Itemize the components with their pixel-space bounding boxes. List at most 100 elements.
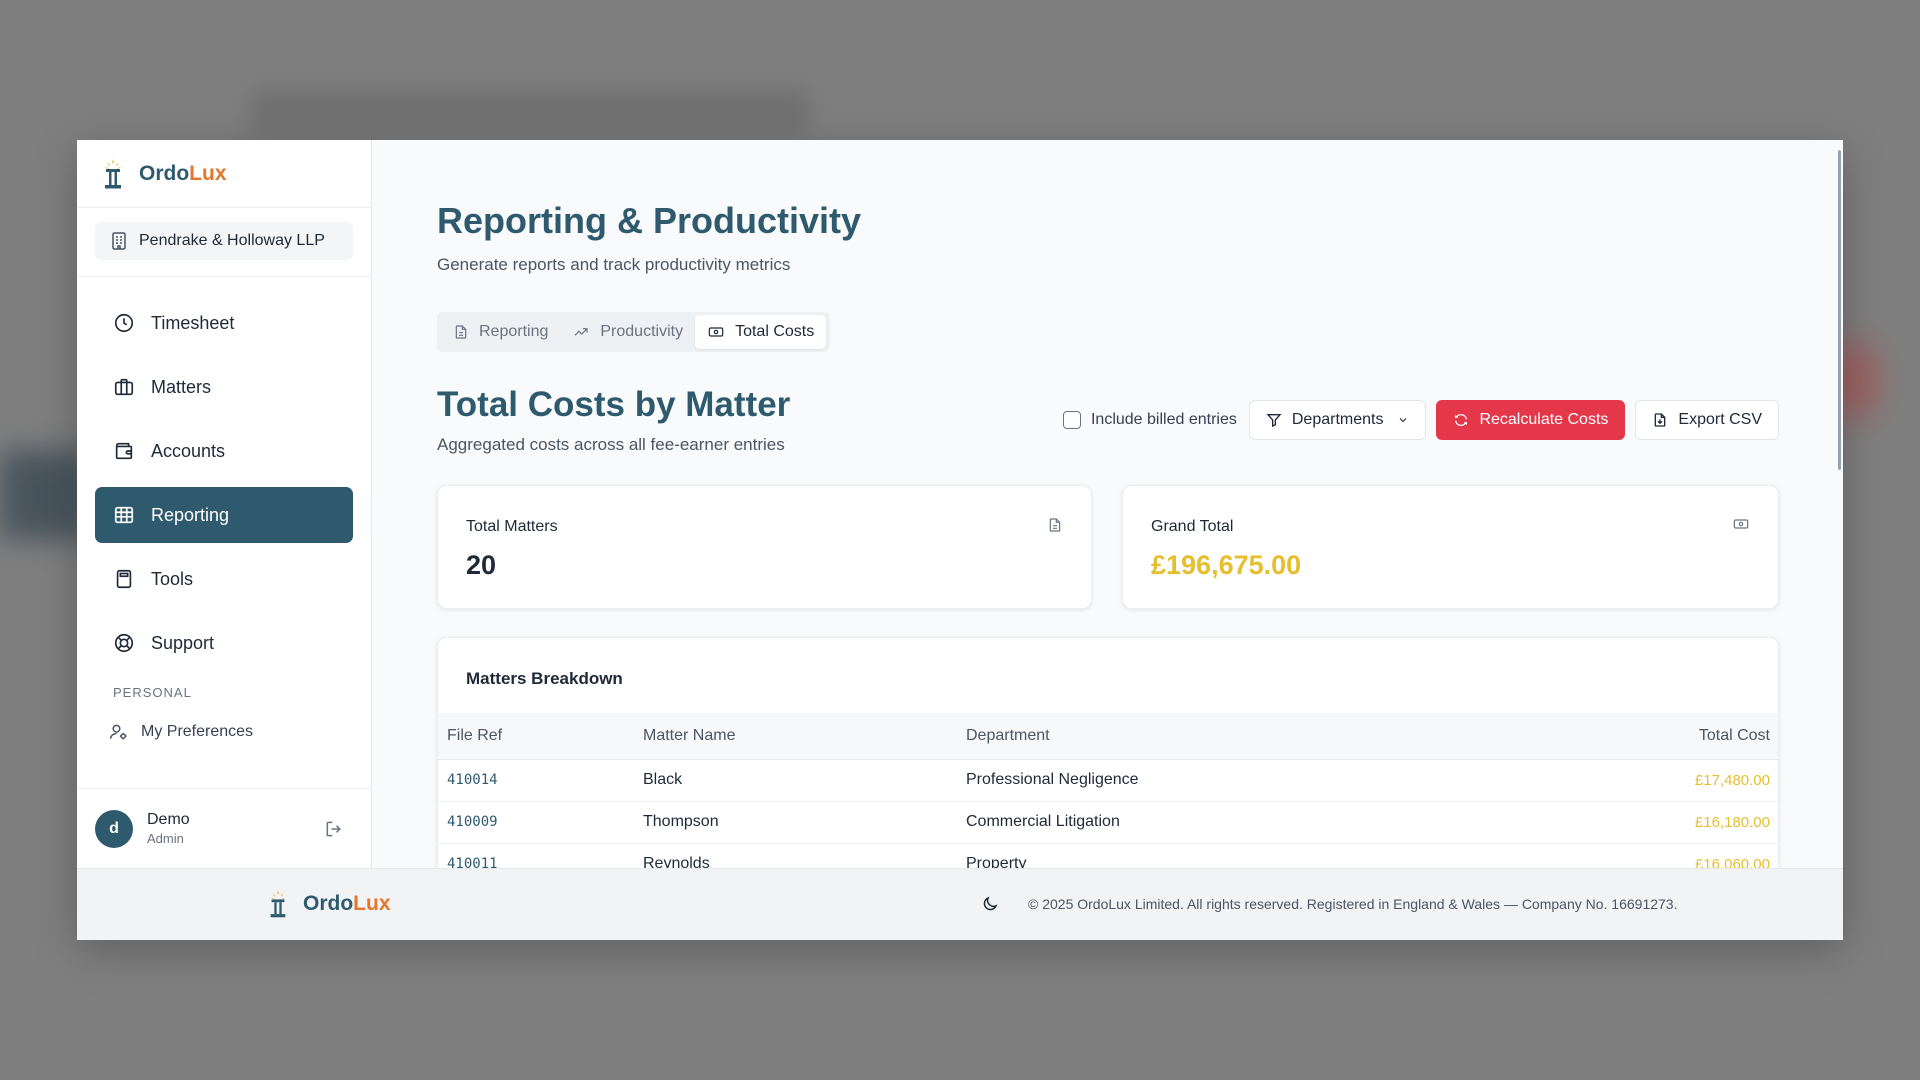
sidebar-item-preferences[interactable]: My Preferences — [109, 712, 371, 752]
page-title: Reporting & Productivity — [437, 200, 862, 241]
sidebar-item-label: Reporting — [151, 504, 230, 525]
column-header-file-ref[interactable]: File Ref — [438, 713, 643, 760]
moon-icon[interactable] — [981, 895, 999, 913]
sidebar-item-matters[interactable]: Matters — [95, 359, 353, 415]
refresh-icon — [1455, 413, 1468, 427]
sidebar-item-timesheet[interactable]: Timesheet — [95, 295, 353, 351]
trending-up-icon — [574, 328, 588, 336]
departments-label: Departments — [1291, 411, 1384, 428]
recalculate-costs-button[interactable]: Recalculate Costs — [1436, 400, 1626, 440]
table-row[interactable]: 410009 Thompson Commercial Litigation £1… — [438, 801, 1778, 844]
banknote-icon — [708, 327, 724, 337]
pillar-logo-icon — [269, 890, 287, 918]
sidebar-item-support[interactable]: Support — [95, 615, 353, 671]
grand-total-value: £196,675.00 — [1151, 550, 1302, 580]
file-ref-cell: 410014 — [438, 759, 643, 802]
section-subtitle: Aggregated costs across all fee-earner e… — [437, 435, 785, 454]
tab-reporting[interactable]: Reporting — [441, 315, 560, 349]
total-matters-label: Total Matters — [466, 518, 558, 535]
chevron-down-icon — [1400, 418, 1407, 423]
section-title: Total Costs by Matter — [437, 385, 791, 424]
file-ref-cell: 410009 — [438, 801, 643, 844]
sidebar: OrdoLux Pendrake & Holloway LLP Timeshee… — [77, 140, 372, 868]
file-icon — [455, 325, 467, 339]
user-info: Demo Admin — [147, 811, 190, 846]
report-tabs: Reporting Productivity Total Costs — [437, 312, 831, 352]
tab-label: Reporting — [479, 323, 549, 340]
tab-label: Total Costs — [735, 323, 815, 340]
recalculate-label: Recalculate Costs — [1479, 411, 1609, 428]
matters-table: File Ref Matter Name Department Total Co… — [438, 713, 1778, 868]
wallet-icon — [115, 442, 133, 460]
logout-icon[interactable] — [324, 819, 344, 839]
department-cell: Commercial Litigation — [966, 801, 1515, 844]
export-label: Export CSV — [1678, 411, 1762, 428]
table-header-row: File Ref Matter Name Department Total Co… — [438, 713, 1778, 760]
brand[interactable]: OrdoLux — [77, 140, 371, 208]
include-billed-checkbox[interactable] — [1062, 411, 1081, 429]
tab-total-costs[interactable]: Total Costs — [695, 315, 827, 349]
footer: OrdoLux © 2025 OrdoLux Limited. All righ… — [77, 868, 1843, 940]
user-name: Demo — [147, 811, 190, 828]
matter-name-cell: Reynolds — [643, 843, 966, 868]
banknote-icon — [1733, 519, 1749, 529]
pillar-logo-icon — [104, 158, 122, 188]
grand-total-card: Grand Total £196,675.00 — [1122, 485, 1779, 609]
include-billed-toggle[interactable]: Include billed entries — [1062, 411, 1237, 429]
brand-name: OrdoLux — [139, 161, 227, 185]
page-subtitle: Generate reports and track productivity … — [437, 255, 791, 274]
table-icon — [114, 506, 134, 524]
sidebar-item-label: Accounts — [151, 440, 226, 461]
total-matters-value: 20 — [466, 550, 497, 580]
total-matters-card: Total Matters 20 — [437, 485, 1092, 609]
building-icon — [112, 232, 126, 250]
firm-selector[interactable]: Pendrake & Holloway LLP — [95, 222, 353, 260]
matters-breakdown-title: Matters Breakdown — [466, 669, 623, 688]
export-csv-button[interactable]: Export CSV — [1635, 400, 1779, 440]
department-cell: Property — [966, 843, 1515, 868]
sidebar-item-reporting[interactable]: Reporting — [95, 487, 353, 543]
footer-brand-name: OrdoLux — [303, 892, 391, 915]
sidebar-item-tools[interactable]: Tools — [95, 551, 353, 607]
main-content: Reporting & Productivity Generate report… — [372, 140, 1843, 868]
tab-productivity[interactable]: Productivity — [560, 315, 695, 349]
column-header-total-cost[interactable]: Total Cost — [1514, 713, 1778, 760]
table-row[interactable]: 410011 Reynolds Property £16,060.00 — [438, 843, 1778, 868]
departments-dropdown[interactable]: Departments — [1248, 400, 1427, 440]
footer-brand[interactable]: OrdoLux — [267, 889, 391, 919]
briefcase-icon — [114, 378, 134, 396]
sidebar-item-label: Tools — [151, 568, 194, 589]
sidebar-item-accounts[interactable]: Accounts — [95, 423, 353, 479]
calculator-icon — [116, 569, 132, 589]
lifebuoy-icon — [114, 633, 134, 653]
file-download-icon — [1655, 413, 1666, 427]
matter-name-cell: Black — [643, 759, 966, 802]
sidebar-item-label: Support — [151, 632, 215, 653]
column-header-department[interactable]: Department — [966, 713, 1515, 760]
user-profile: d Demo Admin — [77, 788, 372, 868]
matter-name-cell: Thompson — [643, 801, 966, 844]
avatar[interactable]: d — [95, 809, 133, 848]
firm-name: Pendrake & Holloway LLP — [139, 232, 325, 249]
sidebar-nav: Timesheet Matters Accounts Reporting Too… — [77, 277, 371, 671]
grand-total-label: Grand Total — [1151, 518, 1234, 535]
total-cost-cell: £17,480.00 — [1514, 759, 1778, 802]
department-cell: Professional Negligence — [966, 759, 1515, 802]
section-label-personal: PERSONAL — [113, 685, 192, 700]
column-header-matter-name[interactable]: Matter Name — [643, 713, 966, 760]
copyright-text: © 2025 OrdoLux Limited. All rights reser… — [1028, 896, 1678, 912]
table-row[interactable]: 410014 Black Professional Negligence £17… — [438, 759, 1778, 802]
user-settings-icon — [109, 724, 127, 740]
preferences-label: My Preferences — [141, 723, 254, 740]
file-ref-cell: 410011 — [438, 843, 643, 868]
clock-icon — [114, 313, 134, 333]
sidebar-item-label: Timesheet — [151, 312, 235, 333]
toolbar: Include billed entries Departments Recal… — [1062, 400, 1779, 440]
total-cost-cell: £16,180.00 — [1514, 801, 1778, 844]
tab-label: Productivity — [600, 323, 684, 340]
include-billed-label: Include billed entries — [1090, 411, 1237, 428]
scrollbar[interactable] — [1838, 150, 1841, 470]
sidebar-item-label: Matters — [151, 376, 212, 397]
user-role: Admin — [147, 831, 184, 846]
app-window: OrdoLux Pendrake & Holloway LLP Timeshee… — [77, 140, 1843, 940]
